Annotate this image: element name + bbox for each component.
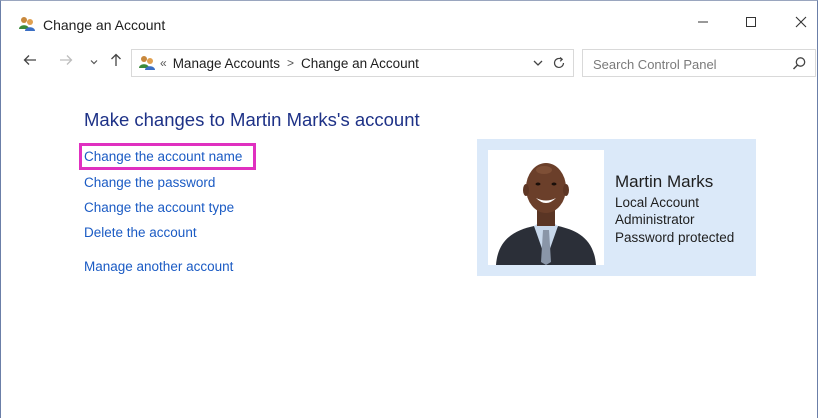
- address-bar[interactable]: « Manage Accounts > Change an Account: [131, 49, 574, 77]
- up-arrow-icon: [110, 53, 122, 72]
- window-title: Change an Account: [43, 17, 166, 33]
- close-icon: [795, 15, 807, 33]
- back-arrow-icon: [23, 53, 37, 71]
- breadcrumb-manage-accounts[interactable]: Manage Accounts: [173, 56, 280, 71]
- back-button[interactable]: [21, 53, 39, 71]
- up-button[interactable]: [107, 53, 125, 71]
- forward-button[interactable]: [57, 53, 75, 71]
- account-role: Administrator: [615, 212, 695, 227]
- delete-account-link[interactable]: Delete the account: [84, 225, 197, 240]
- maximize-button[interactable]: [729, 9, 773, 39]
- chevron-down-icon: [89, 53, 99, 71]
- users-icon: [18, 16, 36, 32]
- account-name: Martin Marks: [615, 172, 714, 191]
- change-account-window: Change an Account « Manage Accounts > Ch…: [0, 0, 818, 418]
- search-icon[interactable]: [792, 56, 807, 71]
- account-password-status: Password protected: [615, 230, 735, 245]
- search-input[interactable]: [591, 51, 785, 77]
- minimize-icon: [697, 15, 709, 33]
- recent-locations-button[interactable]: [85, 53, 103, 71]
- address-history-button[interactable]: [531, 56, 545, 70]
- breadcrumb-separator[interactable]: >: [287, 56, 294, 70]
- account-card: Martin Marks Local Account Administrator…: [477, 139, 756, 276]
- breadcrumb-overflow[interactable]: «: [160, 56, 167, 70]
- refresh-button[interactable]: [551, 55, 567, 71]
- manage-another-account-link[interactable]: Manage another account: [84, 259, 233, 274]
- account-type: Local Account: [615, 195, 700, 210]
- forward-arrow-icon: [59, 53, 73, 71]
- close-button[interactable]: [779, 9, 820, 39]
- refresh-icon: [553, 57, 565, 69]
- navigation-bar: « Manage Accounts > Change an Account: [1, 45, 817, 81]
- chevron-down-icon: [533, 60, 543, 66]
- change-account-name-link[interactable]: Change the account name: [84, 149, 242, 164]
- minimize-button[interactable]: [681, 9, 725, 39]
- users-icon: [138, 55, 156, 71]
- change-password-link[interactable]: Change the password: [84, 175, 215, 190]
- maximize-icon: [745, 15, 757, 33]
- avatar: [488, 150, 604, 265]
- breadcrumb-change-account[interactable]: Change an Account: [301, 56, 419, 71]
- change-account-type-link[interactable]: Change the account type: [84, 200, 234, 215]
- page-title: Make changes to Martin Marks's account: [84, 109, 420, 130]
- search-box[interactable]: [582, 49, 816, 77]
- title-bar: Change an Account: [1, 1, 817, 41]
